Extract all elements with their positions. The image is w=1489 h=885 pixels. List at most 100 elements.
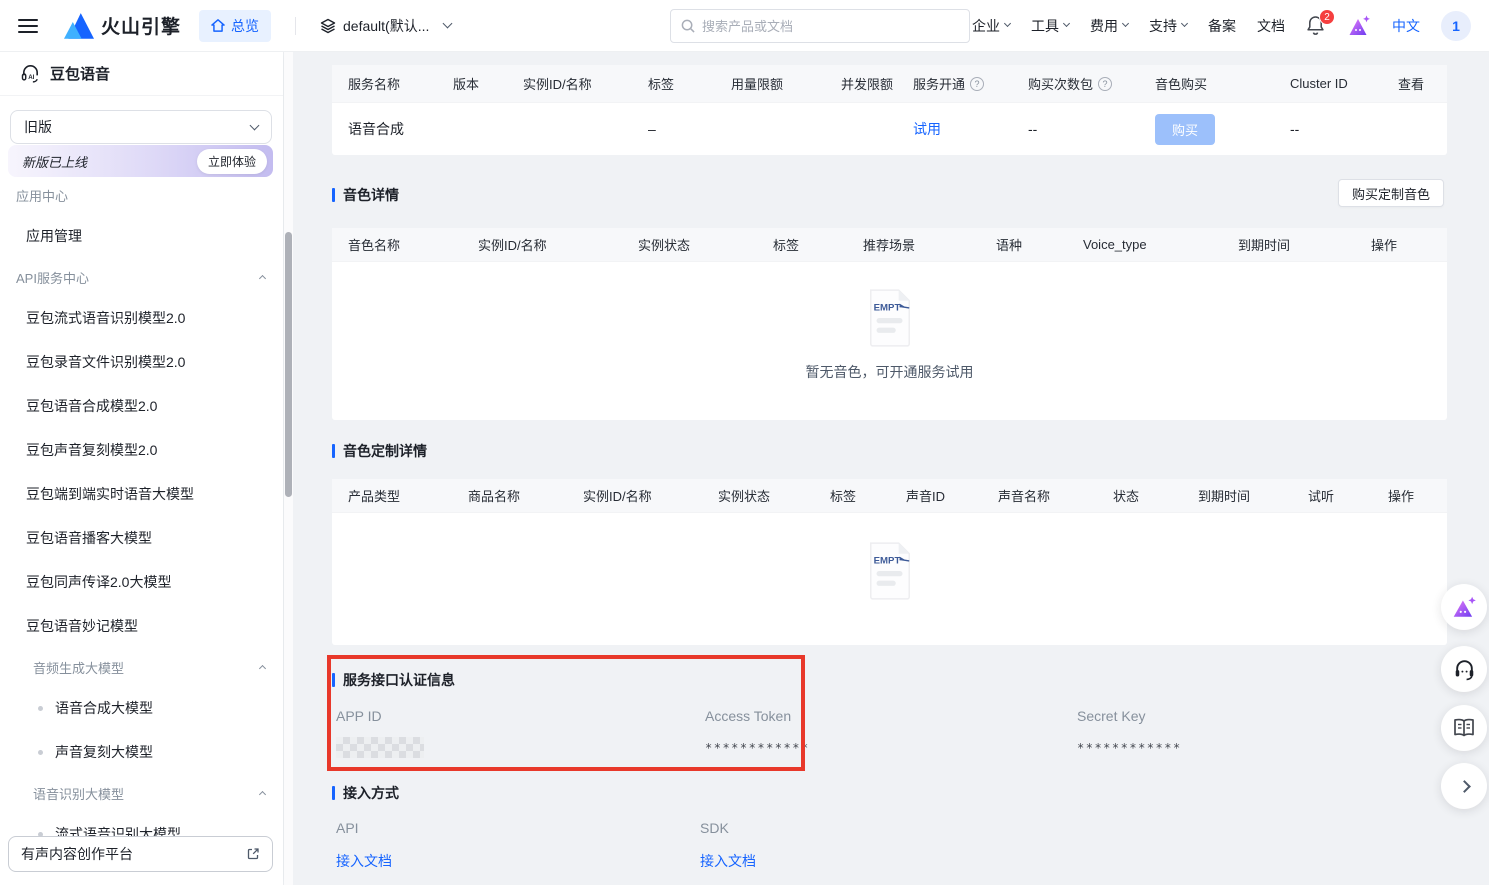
chevron-down-icon [1004, 20, 1011, 27]
svg-text:AI: AI [28, 74, 34, 81]
section-label: API服务中心 [16, 268, 89, 287]
notification-bell[interactable]: 2 [1306, 15, 1326, 37]
voice-detail-title: 音色详情 [332, 185, 399, 205]
bullet-dot [38, 750, 43, 755]
sidebar-scrollbar-thumb[interactable] [285, 232, 292, 497]
app-id-label: APP ID [336, 708, 382, 724]
service-table-card: 服务名称 版本 实例ID/名称 标签 用量限额 并发限额 服务开通? 购买次数包… [332, 65, 1447, 155]
version-selector[interactable]: 旧版 [10, 110, 272, 144]
nav-menu-tools[interactable]: 工具 [1031, 16, 1069, 36]
layers-icon [320, 18, 336, 34]
bullet-dot [38, 706, 43, 711]
section-api-center[interactable]: API服务中心 [0, 258, 283, 296]
chevron-down-icon [1122, 20, 1129, 27]
nav-menu-billing[interactable]: 费用 [1090, 16, 1128, 36]
api-doc-link[interactable]: 接入文档 [336, 851, 392, 871]
notification-badge: 2 [1319, 9, 1335, 25]
secret-key-label: Secret Key [1077, 708, 1145, 724]
trial-link[interactable]: 试用 [913, 121, 941, 137]
menu-label: 工具 [1031, 16, 1059, 36]
chevron-down-icon [1181, 20, 1188, 27]
sidebar-item-voice-clone-large[interactable]: 声音复刻大模型 [0, 730, 283, 774]
title-accent-bar [332, 188, 335, 202]
sidebar-scrollbar-track [284, 52, 293, 885]
svg-text:EMPT: EMPT [873, 555, 900, 566]
try-now-button[interactable]: 立即体验 [197, 149, 267, 174]
search-input[interactable] [702, 19, 959, 34]
top-navbar: 火山引擎 总览 default(默认... 企业 工具 费用 支持 备案 文档 [0, 0, 1489, 52]
sidebar: AI 豆包语音 旧版 新版已上线 立即体验 应用中心 应用管理 API服务中心 … [0, 52, 283, 885]
buy-custom-voice-button[interactable]: 购买定制音色 [1338, 179, 1444, 207]
buy-voice-button[interactable]: 购买 [1155, 114, 1215, 145]
group-audio-generation[interactable]: 音频生成大模型 [0, 648, 283, 686]
service-table-header: 服务名称 版本 实例ID/名称 标签 用量限额 并发限额 服务开通? 购买次数包… [332, 65, 1447, 103]
chevron-right-icon [1458, 780, 1471, 793]
nav-link-beian[interactable]: 备案 [1208, 16, 1236, 36]
sidebar-item-model[interactable]: 豆包录音文件识别模型2.0 [0, 340, 283, 384]
menu-label: 备案 [1208, 16, 1236, 36]
customer-service-fab[interactable] [1441, 646, 1487, 692]
audio-creation-platform-link[interactable]: 有声内容创作平台 [8, 836, 273, 872]
nav-menu-support[interactable]: 支持 [1149, 16, 1187, 36]
item-label: 声音复刻大模型 [55, 742, 153, 762]
item-label: 语音合成大模型 [55, 698, 153, 718]
svg-text:EMPT: EMPT [873, 302, 900, 313]
api-label: API [336, 820, 359, 836]
hamburger-menu-icon[interactable] [18, 19, 38, 33]
product-title: 豆包语音 [50, 63, 110, 84]
sidebar-item-model[interactable]: 豆包语音妙记模型 [0, 604, 283, 648]
help-icon[interactable]: ? [970, 77, 984, 91]
sidebar-header: AI 豆包语音 [0, 52, 283, 96]
ai-assistant-fab[interactable] [1441, 584, 1487, 630]
brand-name: 火山引擎 [101, 12, 181, 39]
sidebar-item-model[interactable]: 豆包同声传译2.0大模型 [0, 560, 283, 604]
help-icon[interactable]: ? [1098, 77, 1112, 91]
collapse-panel-fab[interactable] [1441, 763, 1487, 809]
footer-link-label: 有声内容创作平台 [21, 844, 133, 864]
volcengine-mountain-icon [64, 12, 94, 39]
language-switch[interactable]: 中文 [1392, 16, 1420, 36]
service-name: 语音合成 [348, 119, 453, 139]
home-icon [211, 19, 225, 32]
access-token-value: ************ [705, 741, 810, 755]
sidebar-item-model[interactable]: 豆包语音合成模型2.0 [0, 384, 283, 428]
voice-detail-header: 音色名称 实例ID/名称 实例状态 标签 推荐场景 语种 Voice_type … [332, 228, 1447, 262]
menu-label: 费用 [1090, 16, 1118, 36]
sidebar-item-app-manage[interactable]: 应用管理 [0, 214, 283, 258]
empty-document-icon: EMPT [865, 541, 915, 601]
custom-detail-card: 产品类型 商品名称 实例ID/名称 实例状态 标签 声音ID 声音名称 状态 到… [332, 479, 1447, 645]
sidebar-item-model[interactable]: 豆包语音播客大模型 [0, 516, 283, 560]
group-asr-large[interactable]: 语音识别大模型 [0, 774, 283, 812]
project-name: default(默认... [343, 16, 429, 36]
nav-link-docs[interactable]: 文档 [1257, 16, 1285, 36]
overview-label: 总览 [231, 16, 259, 36]
chevron-up-icon [259, 791, 266, 798]
chevron-up-icon [259, 665, 266, 672]
global-search[interactable] [670, 9, 970, 43]
overview-tab[interactable]: 总览 [199, 10, 271, 42]
app-id-redacted-value [336, 737, 424, 758]
user-avatar[interactable]: 1 [1441, 11, 1471, 41]
table-row: 语音合成 – 试用 -- 购买 -- [332, 103, 1447, 155]
volcengine-logo[interactable]: 火山引擎 [64, 12, 181, 39]
sidebar-item-model[interactable]: 豆包流式语音识别模型2.0 [0, 296, 283, 340]
banner-text: 新版已上线 [22, 152, 87, 171]
empty-state-text: 暂无音色，可开通服务试用 [806, 362, 974, 382]
sidebar-item-tts-large[interactable]: 语音合成大模型 [0, 686, 283, 730]
ai-assistant-icon[interactable] [1347, 14, 1371, 38]
nav-menu-enterprise[interactable]: 企业 [972, 16, 1010, 36]
empty-document-icon: EMPT [865, 288, 915, 348]
sdk-doc-link[interactable]: 接入文档 [700, 851, 756, 871]
project-selector[interactable]: default(默认... [320, 16, 451, 36]
open-book-icon [1452, 717, 1476, 739]
secret-key-value: ************ [1077, 741, 1182, 755]
documentation-fab[interactable] [1441, 705, 1487, 751]
group-label: 音频生成大模型 [33, 658, 124, 677]
external-link-icon [246, 847, 260, 861]
search-icon [681, 19, 695, 33]
headset-ai-icon: AI [20, 63, 41, 84]
sidebar-item-model[interactable]: 豆包声音复刻模型2.0 [0, 428, 283, 472]
purchase-pack-value: -- [1028, 121, 1155, 137]
menu-label: 支持 [1149, 16, 1177, 36]
sidebar-item-model[interactable]: 豆包端到端实时语音大模型 [0, 472, 283, 516]
